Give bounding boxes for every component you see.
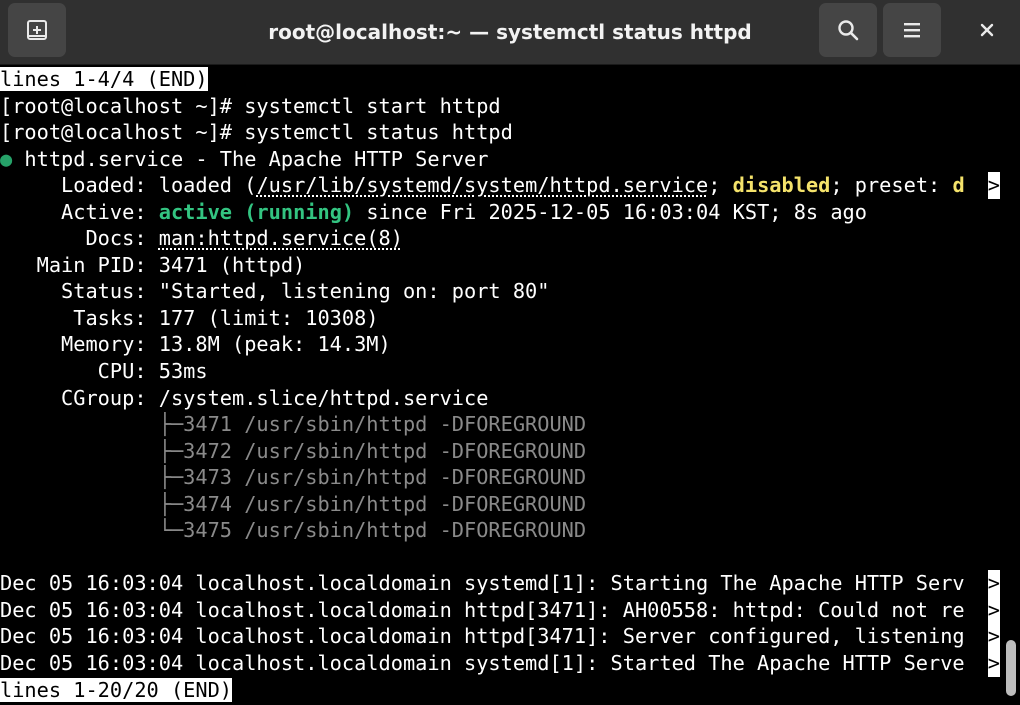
pager-status-top: lines 1-4/4 (END) — [0, 67, 208, 91]
truncation-marker: > — [987, 650, 1000, 677]
search-button[interactable] — [819, 3, 877, 57]
truncation-marker: > — [987, 596, 1000, 624]
log-text: Dec 05 16:03:04 localhost.localdomain ht… — [0, 624, 965, 649]
loaded-separator: ; — [708, 173, 733, 198]
docs-label: Docs: — [0, 226, 159, 251]
active-since: since Fri 2025-12-05 16:03:04 KST; 8s ag… — [354, 199, 867, 224]
menu-button[interactable] — [883, 3, 941, 57]
cgroup-tree-row: ├─3471 /usr/sbin/httpd -DFOREGROUND — [0, 412, 587, 437]
command-line-status: [root@localhost ~]# systemctl status htt… — [0, 120, 513, 145]
disabled-state: disabled — [732, 173, 831, 198]
cgroup-tree-row: └─3475 /usr/sbin/httpd -DFOREGROUND — [0, 518, 587, 543]
log-line: Dec 05 16:03:04 localhost.localdomain ht… — [0, 623, 1000, 651]
title-bar: root@localhost:~ — systemctl status http… — [0, 0, 1020, 65]
log-text: Dec 05 16:03:04 localhost.localdomain sy… — [0, 651, 965, 676]
truncation-marker: > — [987, 172, 1000, 199]
window-title: root@localhost:~ — systemctl status http… — [268, 20, 752, 44]
scrollbar-thumb[interactable] — [1006, 640, 1016, 696]
new-tab-icon — [27, 20, 47, 40]
docs-line: Docs: man:httpd.service(8) — [0, 225, 1000, 252]
search-icon — [838, 20, 859, 41]
service-header-line: ● httpd.service - The Apache HTTP Server — [0, 146, 1000, 173]
main-pid-line: Main PID: 3471 (httpd) — [0, 252, 306, 277]
cgroup-tree-row: ├─3473 /usr/sbin/httpd -DFOREGROUND — [0, 465, 587, 490]
status-line: Status: "Started, listening on: port 80" — [0, 279, 550, 304]
loaded-line: Loaded: loaded (/usr/lib/systemd/system/… — [0, 172, 1000, 199]
memory-line: Memory: 13.8M (peak: 14.3M) — [0, 332, 391, 357]
truncation-marker: > — [987, 623, 1000, 651]
service-header: httpd.service - The Apache HTTP Server — [12, 146, 489, 171]
active-label: Active: — [0, 199, 159, 224]
pager-status-bottom: lines 1-20/20 (END) — [0, 677, 232, 702]
unit-file-link[interactable]: /usr/lib/systemd/system/httpd.service — [256, 173, 708, 197]
new-tab-button[interactable] — [8, 3, 66, 57]
close-button[interactable] — [958, 3, 1016, 57]
pager-bottom-line: lines 1-20/20 (END) — [0, 677, 1000, 704]
tasks-line: Tasks: 177 (limit: 10308) — [0, 305, 379, 330]
hamburger-menu-icon — [904, 23, 920, 38]
active-line: Active: active (running) since Fri 2025-… — [0, 199, 1000, 226]
command-line-start: [root@localhost ~]# systemctl start http… — [0, 93, 501, 118]
cgroup-tree-row: ├─3472 /usr/sbin/httpd -DFOREGROUND — [0, 438, 587, 463]
log-text: Dec 05 16:03:04 localhost.localdomain sy… — [0, 571, 965, 596]
cgroup-line: CGroup: /system.slice/httpd.service — [0, 385, 489, 410]
log-line: Dec 05 16:03:04 localhost.localdomain sy… — [0, 650, 1000, 677]
loaded-label: Loaded: — [0, 173, 159, 198]
preset-truncated: d — [952, 173, 965, 198]
log-text: Dec 05 16:03:04 localhost.localdomain ht… — [0, 597, 965, 622]
close-icon — [980, 23, 994, 37]
log-line: Dec 05 16:03:04 localhost.localdomain ht… — [0, 596, 1000, 624]
docs-link[interactable]: man:httpd.service(8) — [159, 226, 403, 250]
preset-label: ; preset: — [830, 173, 953, 198]
truncation-marker: > — [987, 570, 1000, 597]
log-line: Dec 05 16:03:04 localhost.localdomain sy… — [0, 570, 1000, 597]
loaded-prefix: loaded ( — [158, 173, 257, 198]
status-dot-icon: ● — [0, 146, 13, 171]
active-state: active (running) — [158, 199, 355, 224]
terminal-output[interactable]: lines 1-4/4 (END) [root@localhost ~]# sy… — [0, 66, 1000, 705]
pager-top-line: lines 1-4/4 (END) — [0, 66, 1000, 93]
cgroup-tree-row: ├─3474 /usr/sbin/httpd -DFOREGROUND — [0, 491, 587, 516]
cpu-line: CPU: 53ms — [0, 359, 208, 384]
